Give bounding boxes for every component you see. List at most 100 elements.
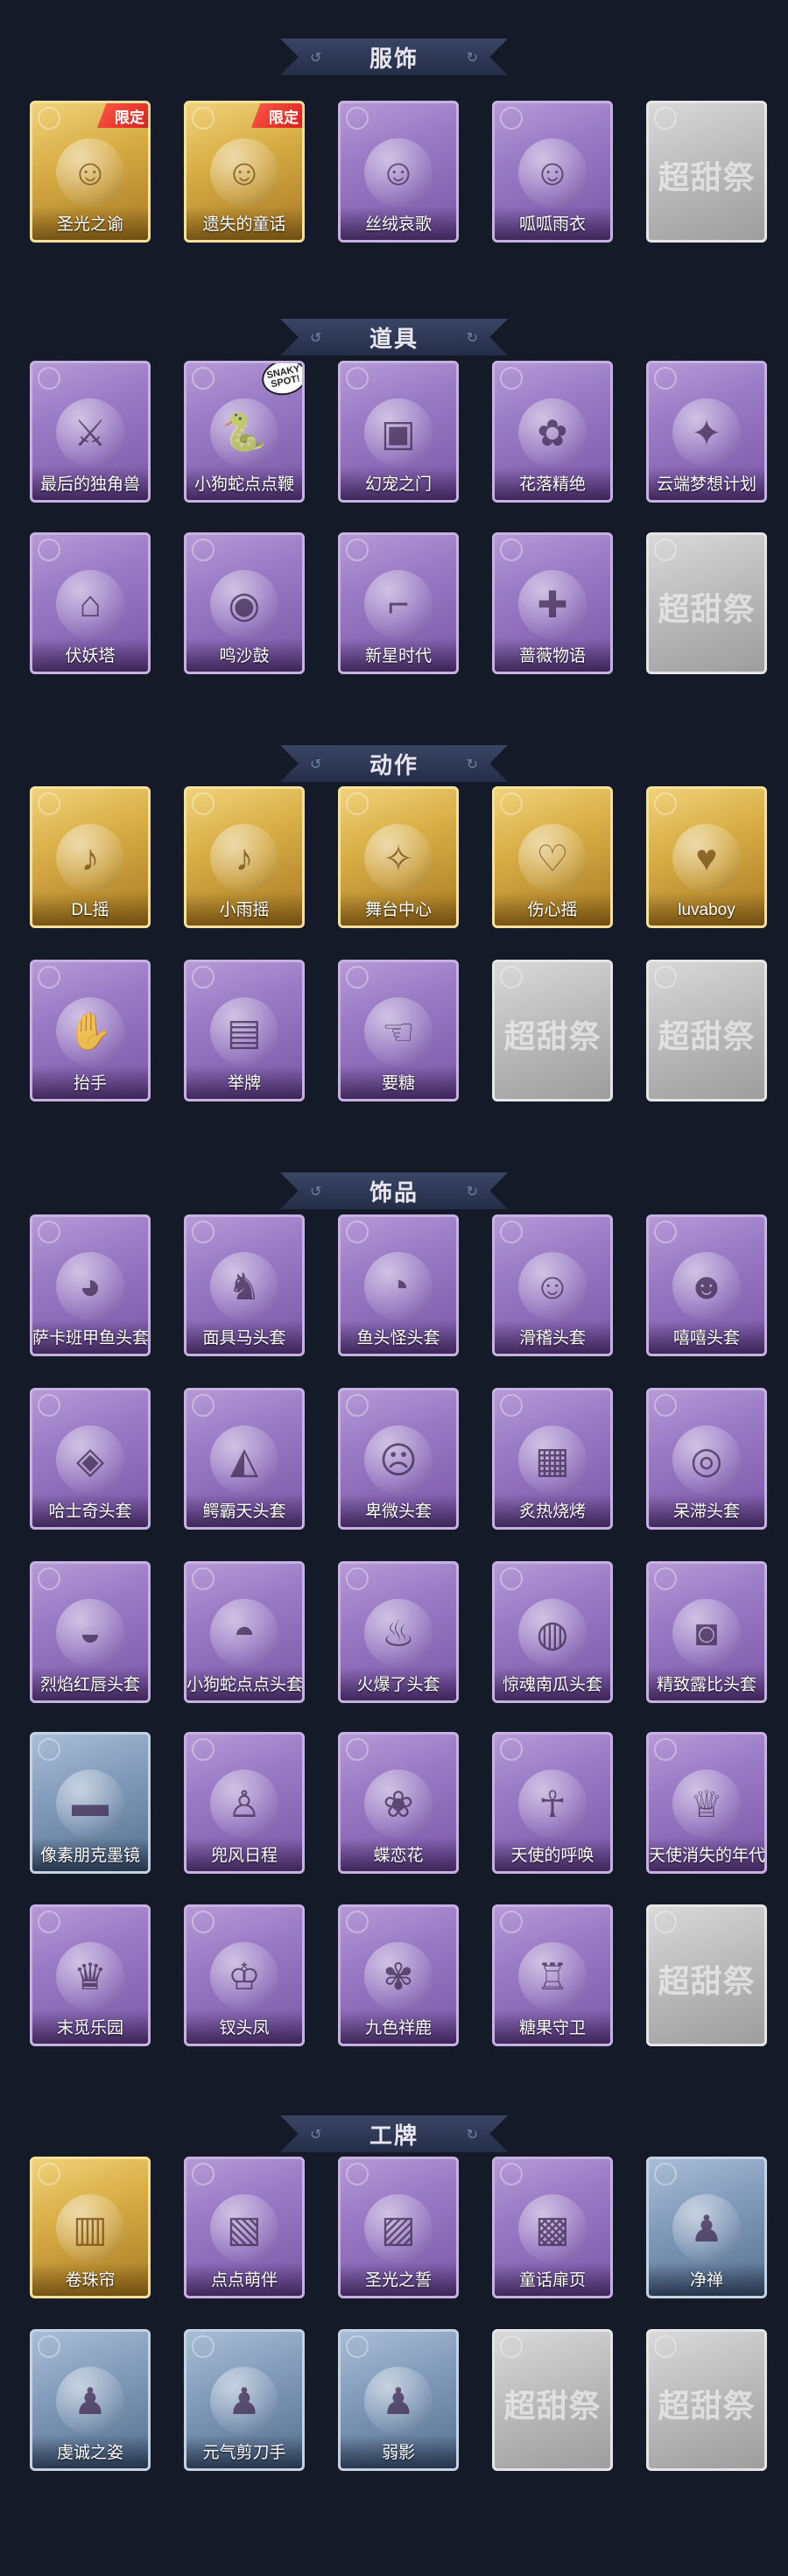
- item-card[interactable]: ▤ 举牌: [184, 960, 305, 1101]
- item-card[interactable]: ♕ 天使消失的年代: [646, 1732, 767, 1874]
- item-card[interactable]: ♪ 小雨摇: [184, 786, 305, 928]
- item-card[interactable]: ◓ 小狗蛇点点头套: [184, 1561, 305, 1703]
- section-banner: ↺ 动作 ↻: [280, 745, 508, 782]
- item-card[interactable]: 🐍 小狗蛇点点鞭 SNAKY SPOT!: [184, 361, 305, 503]
- item-card[interactable]: ▣ 幻宠之门: [338, 361, 459, 503]
- dog-head-icon: ◈: [56, 1425, 124, 1494]
- item-card[interactable]: ❀ 蝶恋花: [338, 1732, 459, 1874]
- pose-icon: ♥: [672, 824, 741, 892]
- fish-head-icon: ◕: [56, 1252, 124, 1320]
- corner-ornament-icon: [346, 107, 369, 130]
- item-card[interactable]: ✧ 舞台中心: [338, 786, 459, 928]
- item-card[interactable]: ⚔ 最后的独角兽: [30, 361, 151, 503]
- item-card[interactable]: ♟ 虔诚之姿: [30, 2329, 151, 2471]
- section-banner: ↺ 道具 ↻: [280, 319, 508, 355]
- item-card[interactable]: ♨ 火爆了头套: [338, 1561, 459, 1703]
- pikachu-icon: ◒: [56, 1599, 124, 1667]
- corner-ornament-icon: [500, 2163, 523, 2185]
- item-name: 点点萌伴: [210, 2271, 278, 2290]
- locked-item-card[interactable]: 超甜祭: [646, 2329, 767, 2471]
- item-card[interactable]: ♟ 元气剪刀手: [184, 2329, 305, 2471]
- item-card[interactable]: ◭ 鳄霸天头套: [184, 1388, 305, 1530]
- corner-ornament-icon: [192, 1911, 215, 1933]
- item-card[interactable]: ☺ 遗失的童话 限定: [184, 101, 305, 243]
- corner-ornament-icon: [346, 2163, 369, 2185]
- item-card[interactable]: ▦ 炙热烧烤: [492, 1388, 613, 1530]
- locked-item-card[interactable]: 超甜祭: [646, 532, 767, 674]
- item-card[interactable]: ♡ 伤心摇: [492, 786, 613, 928]
- item-name: 花落精绝: [518, 475, 586, 494]
- item-card[interactable]: ◙ 精致露比头套: [646, 1561, 767, 1703]
- corner-ornament-icon: [500, 966, 523, 989]
- item-card[interactable]: ☜ 要糖: [338, 960, 459, 1101]
- locked-item-card[interactable]: 超甜祭: [492, 2329, 613, 2471]
- item-card[interactable]: ▨ 圣光之誓: [338, 2157, 459, 2298]
- item-name: 小狗蛇点点鞭: [193, 475, 294, 494]
- corner-ornament-icon: [192, 1738, 215, 1761]
- section-header-accessories: ↺ 饰品 ↻: [0, 1160, 788, 1221]
- item-card[interactable]: ♟ 弱影: [338, 2329, 459, 2471]
- item-card[interactable]: ✾ 九色祥鹿: [338, 1904, 459, 2046]
- badge-card-icon: ▥: [56, 2194, 124, 2263]
- item-card[interactable]: ☥ 天使的呼唤: [492, 1732, 613, 1874]
- item-card[interactable]: ✿ 花落精绝: [492, 361, 613, 503]
- item-card[interactable]: ▧ 点点萌伴: [184, 2157, 305, 2298]
- item-card[interactable]: ⌐ 新星时代: [338, 532, 459, 674]
- item-card[interactable]: ☻ 嘻嘻头套: [646, 1214, 767, 1356]
- item-card[interactable]: ◔ 鱼头怪头套: [338, 1214, 459, 1356]
- item-card[interactable]: ◎ 呆滞头套: [646, 1388, 767, 1530]
- corner-ornament-icon: [38, 1911, 60, 1933]
- ornament-icon: ↻: [466, 51, 478, 66]
- corner-ornament-icon: [654, 1221, 677, 1243]
- item-card[interactable]: ▩ 童话扉页: [492, 2157, 613, 2298]
- item-card[interactable]: ✋ 抬手: [30, 960, 151, 1101]
- corner-ornament-icon: [346, 1221, 369, 1243]
- corner-ornament-icon: [500, 1911, 523, 1933]
- portrait-icon: ☺: [56, 138, 124, 207]
- silhouette-icon: ♟: [210, 2367, 278, 2435]
- item-card[interactable]: ♛ 末觅乐园: [30, 1904, 151, 2046]
- item-card[interactable]: ♔ 钗头凤: [184, 1904, 305, 2046]
- corner-ornament-icon: [654, 367, 677, 390]
- item-card[interactable]: ◒ 烈焰红唇头套: [30, 1561, 151, 1703]
- item-name: 哈士奇头套: [48, 1503, 132, 1521]
- corner-ornament-icon: [192, 107, 215, 130]
- corner-ornament-icon: [38, 367, 60, 390]
- locked-item-card[interactable]: 超甜祭: [646, 101, 767, 243]
- ornament-icon: ↺: [310, 331, 322, 346]
- corner-ornament-icon: [192, 966, 215, 989]
- item-card[interactable]: ☹ 卑微头套: [338, 1388, 459, 1530]
- locked-item-card[interactable]: 超甜祭: [646, 960, 767, 1101]
- meat-icon: ▦: [518, 1425, 587, 1494]
- item-card[interactable]: ☺ 滑稽头套: [492, 1214, 613, 1356]
- item-card[interactable]: ♖ 糖果守卫: [492, 1904, 613, 2046]
- item-card[interactable]: ☺ 丝绒哀歌: [338, 101, 459, 243]
- deer-icon: ✾: [364, 1942, 433, 2010]
- item-card[interactable]: ✚ 蔷薇物语: [492, 532, 613, 674]
- item-name: 惊魂南瓜头套: [502, 1676, 602, 1694]
- item-card[interactable]: ◈ 哈士奇头套: [30, 1388, 151, 1530]
- item-card[interactable]: ♞ 面具马头套: [184, 1214, 305, 1356]
- placeholder-logo-icon: 超甜祭: [503, 2388, 602, 2425]
- locked-item-card[interactable]: 超甜祭: [492, 960, 613, 1101]
- locked-item-card[interactable]: 超甜祭: [646, 1904, 767, 2046]
- item-card[interactable]: ▥ 卷珠帘: [30, 2157, 151, 2298]
- item-card[interactable]: ♪ DL摇: [30, 786, 151, 928]
- corner-ornament-icon: [38, 1394, 60, 1417]
- item-card[interactable]: ☺ 圣光之谕 限定: [30, 101, 151, 243]
- item-card[interactable]: ⌂ 伏妖塔: [30, 532, 151, 674]
- section-banner: ↺ 饰品 ↻: [280, 1172, 508, 1209]
- item-card[interactable]: ♟ 净禅: [646, 2157, 767, 2298]
- item-card[interactable]: ♥ luvaboy: [646, 786, 767, 928]
- item-card[interactable]: ▬ 像素朋克墨镜: [30, 1732, 151, 1874]
- item-card[interactable]: ✦ 云端梦想计划: [646, 361, 767, 503]
- item-card[interactable]: ◍ 惊魂南瓜头套: [492, 1561, 613, 1703]
- item-card[interactable]: ♙ 兜风日程: [184, 1732, 305, 1874]
- item-name: 云端梦想计划: [656, 475, 756, 494]
- item-card[interactable]: ◕ 萨卡班甲鱼头套: [30, 1214, 151, 1356]
- corner-ornament-icon: [346, 538, 369, 561]
- item-card[interactable]: ☺ 呱呱雨衣: [492, 101, 613, 243]
- item-name: 遗失的童话: [202, 215, 286, 234]
- corner-ornament-icon: [346, 792, 369, 815]
- item-card[interactable]: ◉ 鸣沙鼓: [184, 532, 305, 674]
